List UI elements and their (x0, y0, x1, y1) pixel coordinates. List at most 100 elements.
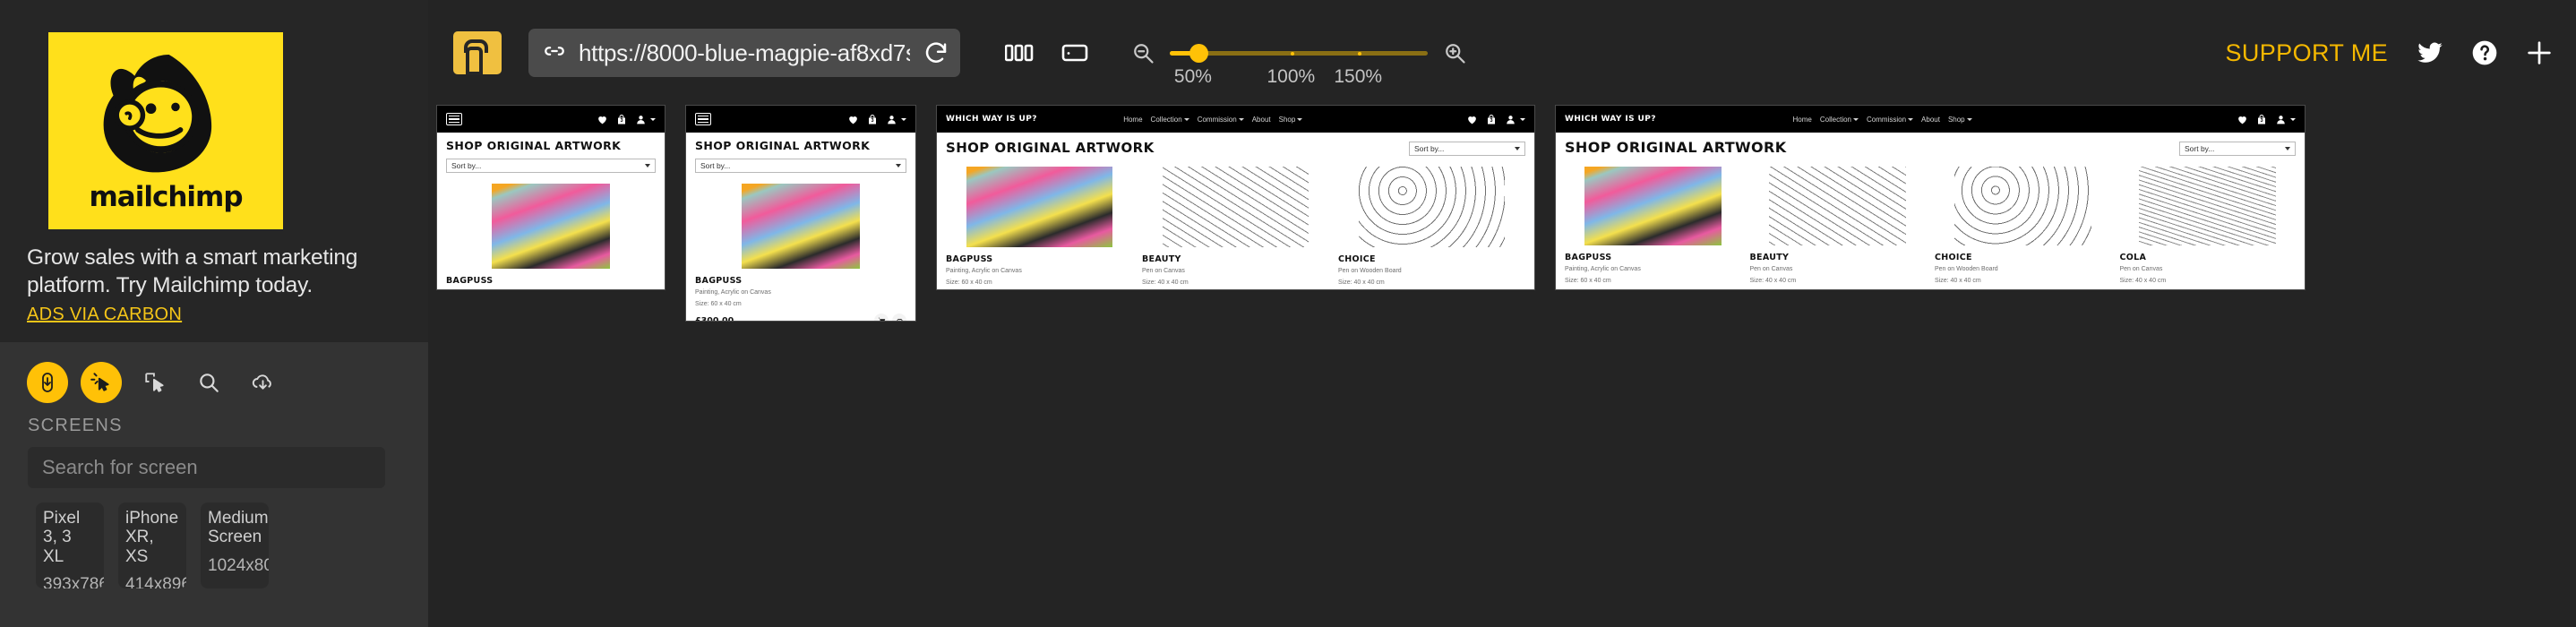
wishlist-icon[interactable] (892, 314, 906, 321)
address-bar[interactable]: https://8000-blue-magpie-af8xd7su.ws-e (528, 29, 960, 77)
nav-home[interactable]: Home (1793, 116, 1812, 124)
screens-section-label: SCREENS (28, 416, 123, 435)
chevron-down-icon (2285, 147, 2290, 150)
product-card[interactable]: BEAUTY Pen on Canvas Size: 40 x 40 cm £2… (1750, 167, 1927, 289)
account-caret-icon[interactable] (901, 117, 906, 121)
chevron-down-icon (1515, 147, 1520, 150)
product-card[interactable]: BAGPUSS Painting, Acrylic on Canvas Size… (446, 184, 656, 289)
product-name: CHOICE (1338, 254, 1376, 264)
single-device-icon[interactable] (1060, 42, 1089, 64)
screenshot-download-icon[interactable] (242, 362, 283, 403)
nav-collection[interactable]: Collection (1151, 116, 1189, 124)
site-brand[interactable]: WHICH WAY IS UP? (1565, 115, 1656, 124)
site-brand[interactable]: WHICH WAY IS UP? (946, 115, 1037, 124)
shopping-bag-icon[interactable]: 3 (2256, 114, 2267, 125)
nav-commission[interactable]: Commission (1198, 116, 1244, 124)
nav-commission[interactable]: Commission (1867, 116, 1913, 124)
product-card[interactable]: COLA Pen on Canvas Size: 40 x 40 cm £200… (2120, 167, 2297, 289)
wishlist-heart-icon[interactable] (847, 114, 859, 125)
account-icon[interactable] (635, 114, 647, 125)
add-to-cart-icon[interactable] (874, 314, 889, 321)
device-tile[interactable]: iPhone XR, XS 414x896 (118, 502, 186, 588)
device-tile[interactable]: Medium Screen 1024x800 (201, 502, 269, 588)
device-preview-medium[interactable]: WHICH WAY IS UP? Home Collection Commiss… (937, 106, 1534, 289)
product-price: £300.00 (695, 316, 734, 321)
device-preview-pixel[interactable]: 3 SHOP ORIGINAL ARTWORK Sort by... BAGPU… (437, 106, 665, 289)
account-icon[interactable] (2275, 114, 2287, 125)
product-card[interactable]: CHOICE Pen on Wooden Board Size: 40 x 40… (1935, 167, 2111, 289)
account-caret-icon[interactable] (650, 117, 656, 121)
product-image[interactable] (2139, 167, 2277, 245)
app-logo-icon[interactable] (453, 31, 502, 75)
product-medium: Painting, Acrylic on Canvas (695, 289, 771, 296)
device-preview-iphone[interactable]: 3 SHOP ORIGINAL ARTWORK Sort by... BAGPU… (686, 106, 915, 321)
nav-shop[interactable]: Shop (1948, 116, 1972, 124)
zoom-slider-track[interactable] (1170, 51, 1428, 56)
sort-by-value: Sort by... (451, 161, 482, 170)
help-icon[interactable] (2470, 39, 2499, 67)
zoom-slider-thumb[interactable] (1189, 44, 1208, 63)
sort-by-select[interactable]: Sort by... (695, 159, 906, 173)
scroll-sync-icon[interactable] (27, 362, 68, 403)
search-screen-input[interactable] (28, 447, 385, 488)
nav-about[interactable]: About (1921, 116, 1940, 124)
nav-home[interactable]: Home (1123, 116, 1142, 124)
wishlist-heart-icon[interactable] (1466, 114, 1478, 125)
nav-about[interactable]: About (1252, 116, 1271, 124)
account-caret-icon[interactable] (2289, 117, 2296, 121)
support-me-link[interactable]: SUPPORT ME (2225, 39, 2388, 67)
product-card[interactable]: BEAUTY Pen on Canvas Size: 40 x 40 cm £2… (1142, 167, 1329, 289)
url-text[interactable]: https://8000-blue-magpie-af8xd7su.ws-e (579, 39, 910, 67)
product-card[interactable]: CHOICE Pen on Wooden Board Size: 40 x 40… (1338, 167, 1525, 289)
shopping-bag-icon[interactable]: 3 (616, 114, 627, 125)
twitter-icon[interactable] (2415, 39, 2445, 66)
site-header-icons: 3 (847, 114, 906, 125)
product-image[interactable] (1584, 167, 1722, 245)
sort-by-select[interactable]: Sort by... (1409, 142, 1525, 156)
sort-by-select[interactable]: Sort by... (2179, 142, 2296, 156)
account-icon[interactable] (886, 114, 897, 125)
carbon-ad[interactable]: mailchimp Grow sales with a smart market… (0, 0, 428, 342)
wishlist-heart-icon[interactable] (2237, 114, 2248, 125)
mailchimp-wordmark: mailchimp (89, 181, 243, 213)
account-icon[interactable] (1505, 114, 1516, 125)
product-card[interactable]: BAGPUSS Painting, Acrylic on Canvas Size… (695, 184, 906, 321)
bag-count-badge: 3 (871, 117, 874, 124)
device-preview-large[interactable]: WHICH WAY IS UP? Home Collection Commiss… (1556, 106, 2305, 289)
click-sync-icon[interactable] (81, 362, 122, 403)
product-image[interactable] (1953, 167, 2091, 245)
column-layout-icon[interactable] (1005, 42, 1034, 64)
product-image[interactable] (966, 167, 1112, 247)
product-card[interactable]: BAGPUSS Painting, Acrylic on Canvas Size… (1565, 167, 1741, 289)
add-device-icon[interactable] (2524, 38, 2555, 68)
chevron-down-icon (896, 164, 901, 167)
product-image[interactable] (1769, 167, 1907, 245)
product-name: BEAUTY (1142, 254, 1181, 264)
hamburger-menu-icon[interactable] (695, 113, 711, 125)
reload-icon[interactable] (923, 39, 949, 66)
shopping-bag-icon[interactable]: 3 (1486, 114, 1497, 125)
product-image[interactable] (1162, 167, 1309, 247)
device-tile[interactable]: Pixel 3, 3 XL 393x786 (36, 502, 104, 588)
zoom-slider[interactable]: 50% 100% 150% (1170, 38, 1428, 87)
product-image[interactable] (1358, 167, 1505, 247)
mailchimp-ad-image[interactable]: mailchimp (48, 32, 283, 229)
account-caret-icon[interactable] (1519, 117, 1525, 121)
sort-by-value: Sort by... (700, 161, 731, 170)
wishlist-heart-icon[interactable] (597, 114, 608, 125)
product-image[interactable] (741, 184, 861, 269)
zoom-in-icon[interactable] (1442, 40, 1467, 65)
chevron-down-icon (645, 164, 650, 167)
nav-collection[interactable]: Collection (1820, 116, 1859, 124)
search-icon[interactable] (188, 362, 229, 403)
product-image[interactable] (492, 184, 610, 269)
sort-by-select[interactable]: Sort by... (446, 159, 656, 173)
ads-via-carbon-link[interactable]: ADS VIA CARBON (27, 305, 182, 325)
hamburger-menu-icon[interactable] (446, 113, 462, 125)
zoom-out-icon[interactable] (1130, 40, 1155, 65)
product-card[interactable]: BAGPUSS Painting, Acrylic on Canvas Size… (946, 167, 1133, 289)
layout-toggles (1005, 42, 1089, 64)
shopping-bag-icon[interactable]: 3 (867, 114, 878, 125)
nav-shop[interactable]: Shop (1279, 116, 1303, 124)
inspect-element-icon[interactable] (134, 362, 176, 403)
